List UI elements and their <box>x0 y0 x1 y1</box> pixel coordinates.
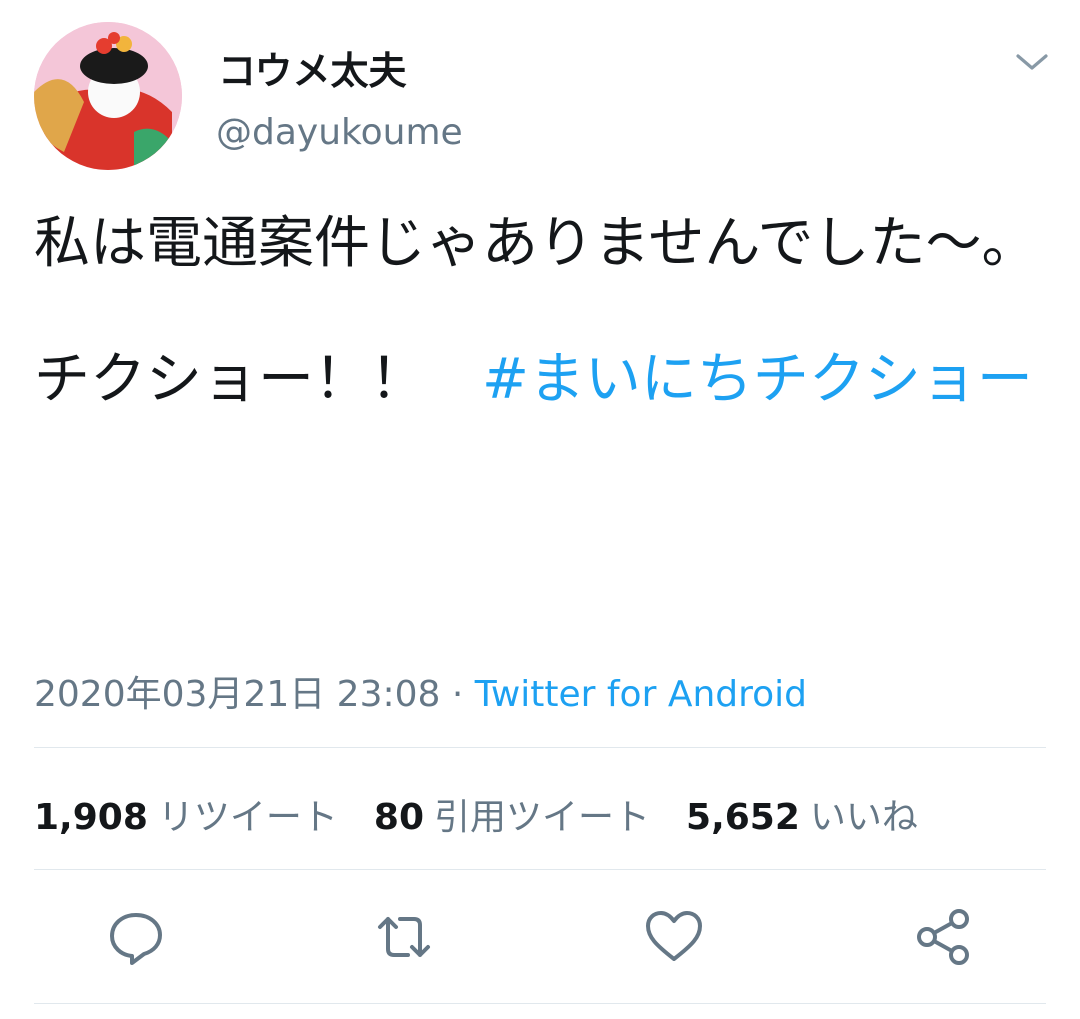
retweet-icon[interactable] <box>372 905 436 969</box>
meta-separator: · <box>440 674 475 715</box>
tweet-meta: 2020年03月21日 23:08 · Twitter for Android <box>34 665 807 717</box>
likes-stat[interactable]: 5,652 いいね <box>686 788 918 840</box>
retweets-count: 1,908 <box>34 797 148 838</box>
reply-icon[interactable] <box>104 905 168 969</box>
avatar[interactable] <box>34 22 182 170</box>
retweets-label: リツイート <box>157 797 338 838</box>
hashtag-link[interactable]: #まいにちチクショー <box>482 347 1033 412</box>
heart-icon[interactable] <box>642 905 706 969</box>
likes-label: いいね <box>809 797 918 838</box>
tweet-text: 私は電通案件じゃありませんでした〜。 チクショー！！ #まいにちチクショー <box>34 210 1054 414</box>
action-bar <box>0 905 1080 975</box>
quotes-count: 80 <box>373 797 424 838</box>
display-name[interactable]: コウメ太夫 <box>218 40 406 95</box>
timestamp: 2020年03月21日 23:08 <box>34 674 441 715</box>
likes-count: 5,652 <box>686 797 800 838</box>
quotes-label: 引用ツイート <box>434 797 651 838</box>
retweets-stat[interactable]: 1,908 リツイート <box>34 788 338 840</box>
divider <box>34 1003 1046 1004</box>
divider <box>34 747 1046 748</box>
quotes-stat[interactable]: 80 引用ツイート <box>374 788 650 840</box>
user-handle[interactable]: @dayukoume <box>216 112 463 153</box>
chevron-down-icon[interactable] <box>1014 48 1050 76</box>
share-icon[interactable] <box>912 905 976 969</box>
tweet-stats: 1,908 リツイート 80 引用ツイート 5,652 いいね <box>34 788 918 840</box>
divider <box>34 869 1046 870</box>
source-link[interactable]: Twitter for Android <box>475 674 807 715</box>
